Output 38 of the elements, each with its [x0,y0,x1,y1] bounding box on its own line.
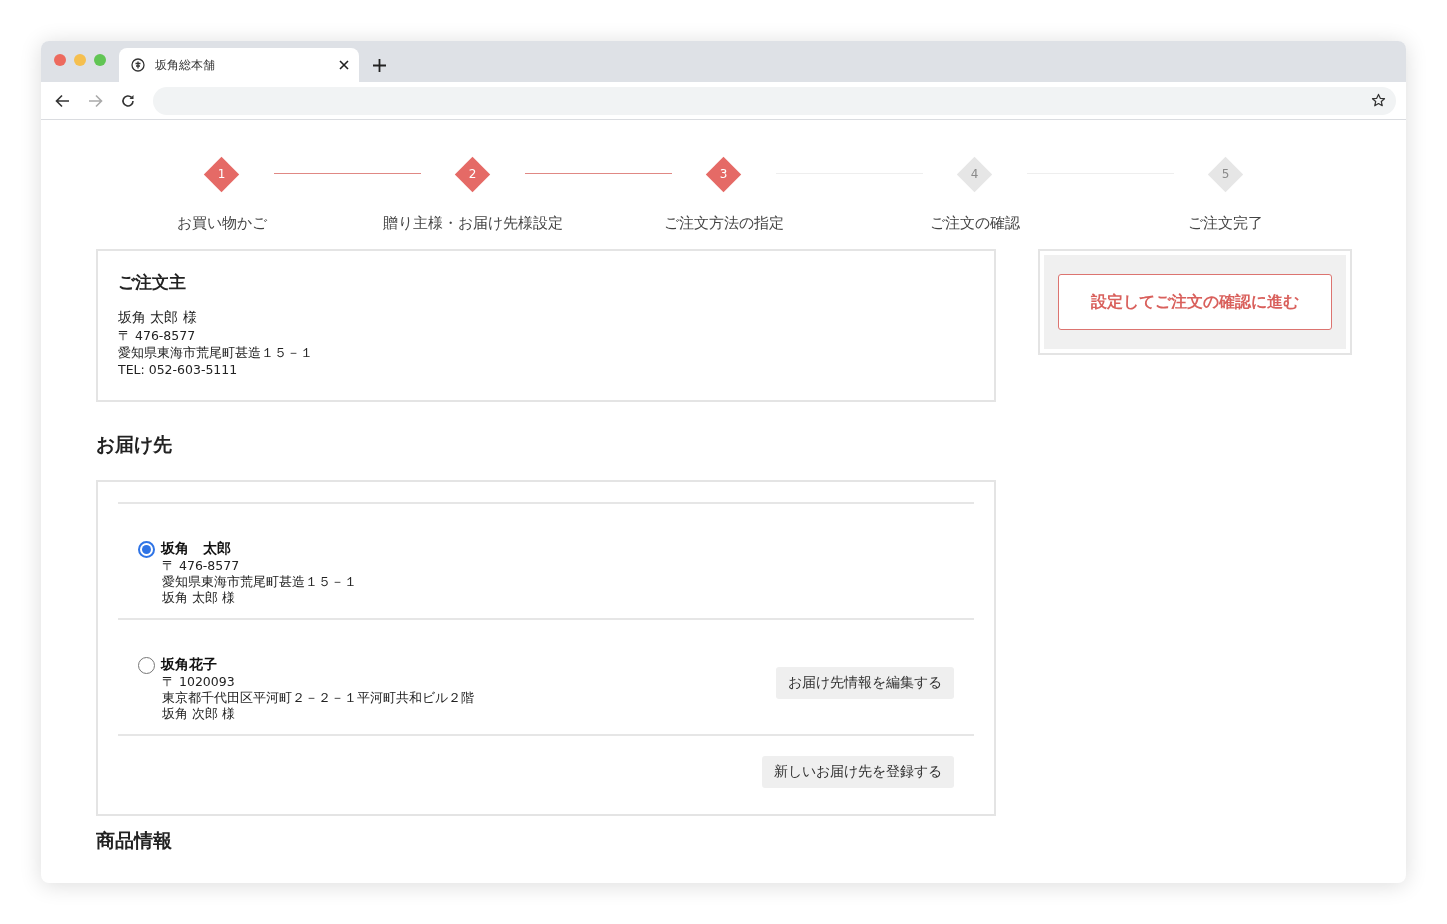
new-address-button[interactable]: 新しいお届け先を登録する [762,756,954,788]
star-icon[interactable] [1371,93,1386,108]
proceed-button[interactable]: 設定してご注文の確認に進む [1058,274,1332,330]
edit-address-button[interactable]: お届け先情報を編集する [776,667,954,699]
close-icon[interactable] [339,60,349,70]
postal-code: 〒 476-8577 [162,558,241,574]
reload-icon[interactable] [121,93,135,108]
section-heading: ご注文主 [118,271,187,294]
step-number: 3 [705,156,742,192]
step-label: ご注文完了 [1188,214,1263,233]
step-label: 贈り主様・お届け先様設定 [382,214,563,233]
step-label: ご注文方法の指定 [663,214,784,233]
step-number: 4 [956,156,993,192]
section-heading: 商品情報 [96,828,173,853]
browser-tab[interactable]: 坂角総本舗 [119,48,359,82]
recipient-name: 坂角 太郎 様 [162,590,236,606]
address-name: 坂角花子 [161,656,217,674]
address-name: 坂角 太郎 [161,540,231,558]
step-number: 2 [454,156,491,192]
address-text: 東京都千代田区平河町２－２－１平河町共和ビル２階 [162,690,474,706]
postal-code: 〒 1020093 [162,674,236,690]
address-text: 愛知県東海市荒尾町甚造１５－１ [162,574,357,590]
step-label: お買い物かご [176,214,267,233]
section-heading: お届け先 [96,432,173,457]
postal-code: 〒 476-8577 [118,327,197,344]
recipient-name: 坂角 次郎 様 [162,706,236,722]
orderer-name: 坂角 太郎 様 [118,308,198,327]
radio-button[interactable] [138,656,155,674]
step-number: 1 [203,156,240,192]
plus-icon[interactable] [373,59,386,72]
step-number: 5 [1207,156,1244,192]
close-window-button[interactable] [54,54,66,66]
radio-button[interactable] [138,540,155,558]
step-label: ご注文の確認 [929,214,1020,233]
site-icon [131,58,145,72]
back-arrow-icon[interactable] [55,93,70,108]
phone-number: TEL: 052-603-5111 [118,361,239,378]
address-text: 愛知県東海市荒尾町甚造１５－１ [118,344,314,361]
